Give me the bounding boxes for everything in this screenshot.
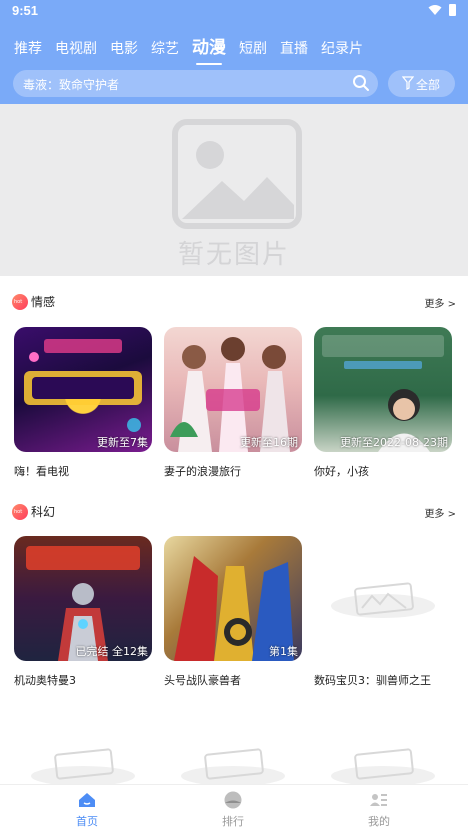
nav-ranking[interactable]: 排行 <box>193 791 273 829</box>
video-title: 妻子的浪漫旅行 <box>164 465 241 478</box>
image-placeholder-icon <box>31 748 135 786</box>
bottom-nav: 首页 排行 我的 <box>0 784 468 833</box>
header: 9:51 推荐 电视剧 电影 综艺 动漫 短剧 直播 纪录片 毒液：致命守护者 … <box>0 0 468 104</box>
nav-label: 排行 <box>222 815 244 828</box>
tab-live[interactable]: 直播 <box>280 38 308 62</box>
banner[interactable]: 暂无图片 <box>0 104 468 276</box>
tab-variety[interactable]: 综艺 <box>151 38 179 62</box>
profile-icon <box>370 794 387 806</box>
episode-overlay: 更新至2022-08-23期 <box>340 436 448 449</box>
nav-label: 我的 <box>368 815 390 828</box>
home-icon <box>79 793 95 807</box>
section-header-scifi: 科幻 更多 > <box>12 502 456 522</box>
video-thumbnail[interactable]: 更新至7集 <box>14 327 152 452</box>
content-list: 情感 更多 > 更新至7集 嗨！看电视 <box>0 276 468 786</box>
section-title: 科幻 <box>31 505 56 519</box>
section-title: 情感 <box>31 295 56 309</box>
status-bar: 9:51 <box>0 0 468 22</box>
video-thumbnail[interactable]: 更新至16期 <box>164 327 302 452</box>
search-icon[interactable] <box>352 74 370 92</box>
image-placeholder-icon <box>331 748 435 786</box>
more-button[interactable]: 更多 > <box>424 505 456 520</box>
image-placeholder-icon <box>172 119 302 229</box>
episode-overlay: 更新至16期 <box>240 436 298 449</box>
image-placeholder-icon <box>331 582 435 618</box>
ranking-icon <box>224 791 242 809</box>
episode-overlay: 更新至7集 <box>97 436 148 449</box>
nav-profile[interactable]: 我的 <box>339 791 419 829</box>
section-header-emotion: 情感 更多 > <box>12 292 456 312</box>
video-title: 头号战队豪兽者 <box>164 674 241 687</box>
filter-label: 全部 <box>416 78 441 92</box>
tab-anime[interactable]: 动漫 <box>192 33 226 65</box>
wifi-icon <box>428 5 442 15</box>
banner-placeholder-text: 暂无图片 <box>177 240 290 270</box>
status-time: 9:51 <box>12 3 39 18</box>
tab-movies[interactable]: 电影 <box>110 38 138 62</box>
tab-documentary[interactable]: 纪录片 <box>321 38 363 62</box>
nav-label: 首页 <box>76 815 98 828</box>
category-tabs: 推荐 电视剧 电影 综艺 动漫 短剧 直播 纪录片 <box>14 33 376 65</box>
hot-badge-icon <box>12 294 28 310</box>
search-text: 毒液：致命守护者 <box>23 78 120 92</box>
tab-tv-series[interactable]: 电视剧 <box>55 38 97 62</box>
filter-icon <box>402 76 414 90</box>
filter-button[interactable]: 全部 <box>388 70 455 97</box>
video-title: 机动奥特曼3 <box>14 674 76 687</box>
tab-recommend[interactable]: 推荐 <box>14 38 42 62</box>
nav-home[interactable]: 首页 <box>47 791 127 829</box>
episode-overlay: 已完结 全12集 <box>75 645 149 658</box>
image-placeholder-icon <box>181 748 285 786</box>
video-title: 嗨！看电视 <box>14 465 69 478</box>
video-thumbnail[interactable]: 第1集 <box>164 536 302 661</box>
video-thumbnail[interactable] <box>314 536 452 661</box>
episode-overlay: 第1集 <box>269 645 298 658</box>
more-button[interactable]: 更多 > <box>424 295 456 310</box>
video-thumbnail[interactable]: 已完结 全12集 <box>14 536 152 661</box>
tab-short-drama[interactable]: 短剧 <box>239 38 267 62</box>
video-title: 你好，小孩 <box>314 465 369 478</box>
hot-badge-icon <box>12 504 28 520</box>
video-title: 数码宝贝3：驯兽师之王 <box>314 674 431 687</box>
video-thumbnail[interactable]: 更新至2022-08-23期 <box>314 327 452 452</box>
battery-icon <box>449 4 456 16</box>
search-input[interactable]: 毒液：致命守护者 <box>13 70 378 97</box>
